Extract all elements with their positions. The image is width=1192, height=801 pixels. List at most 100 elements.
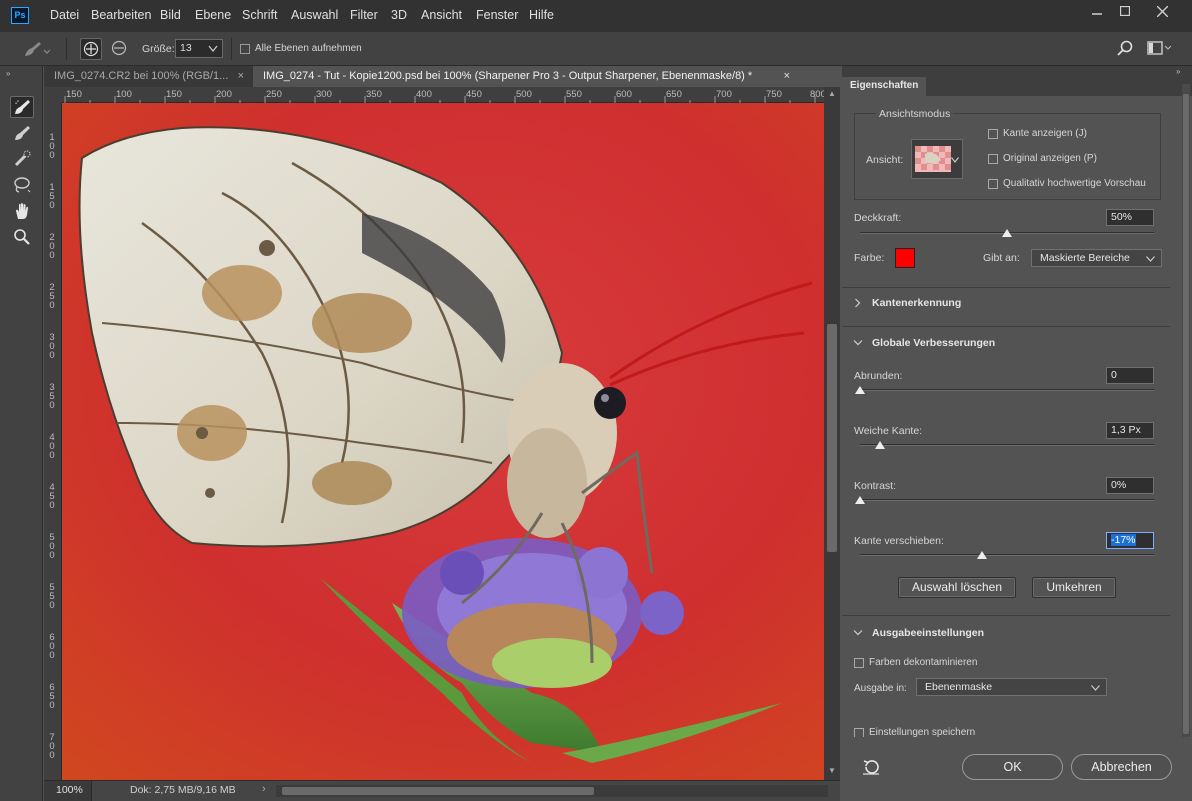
- ok-button[interactable]: OK: [962, 754, 1063, 780]
- size-value: 13: [180, 42, 192, 54]
- quick-selection-tool[interactable]: [10, 148, 34, 170]
- ruler-label: 6 5 0: [49, 682, 55, 711]
- smooth-slider-knob[interactable]: [855, 386, 865, 394]
- canvas-horizontal-scrollbar[interactable]: [276, 785, 828, 797]
- horizontal-ruler: 150 100 150 200 250 300 350 400 450 500 …: [62, 87, 826, 103]
- contrast-slider-knob[interactable]: [855, 496, 865, 504]
- collapse-panel-icon[interactable]: »: [1176, 67, 1180, 76]
- scrollbar-thumb[interactable]: [282, 787, 594, 795]
- ruler-label: 3 0 0: [49, 332, 55, 361]
- brush-icon: [15, 126, 30, 140]
- show-original-label: Original anzeigen (P): [1003, 153, 1097, 164]
- menu-hilfe[interactable]: Hilfe: [529, 8, 554, 22]
- subtract-from-selection-button[interactable]: [109, 38, 131, 60]
- feather-input[interactable]: 1,3 Px: [1106, 422, 1154, 439]
- maximize-button[interactable]: [1108, 0, 1142, 22]
- view-mode-picker[interactable]: [911, 139, 963, 179]
- document-canvas[interactable]: [62, 103, 824, 780]
- ruler-corner: [44, 87, 62, 103]
- ruler-label: 350: [366, 89, 382, 100]
- reset-button[interactable]: [862, 758, 880, 776]
- refine-brush-preset-button[interactable]: [22, 40, 52, 58]
- show-edge-checkbox[interactable]: [988, 129, 998, 139]
- show-original-checkbox[interactable]: [988, 154, 998, 164]
- sample-all-layers-checkbox[interactable]: [240, 44, 250, 54]
- menu-filter[interactable]: Filter: [350, 8, 378, 22]
- menu-schrift[interactable]: Schrift: [242, 8, 277, 22]
- overlay-color-swatch[interactable]: [895, 248, 915, 268]
- ruler-label: 100: [116, 89, 132, 100]
- shift-edge-label: Kante verschieben:: [854, 535, 944, 547]
- ruler-label: 2 5 0: [49, 282, 55, 311]
- decontaminate-colors-label: Farben dekontaminieren: [869, 657, 978, 668]
- output-to-dropdown[interactable]: Ebenenmaske: [916, 678, 1107, 696]
- canvas-vertical-scrollbar[interactable]: ▲ ▼: [824, 87, 840, 780]
- output-settings-title: Ausgabeeinstellungen: [872, 627, 985, 639]
- menu-bearbeiten[interactable]: Bearbeiten: [91, 8, 151, 22]
- contrast-slider-track[interactable]: [860, 499, 1154, 501]
- workspace-button[interactable]: [1147, 41, 1171, 55]
- ruler-label: 700: [716, 89, 732, 100]
- close-window-button[interactable]: [1145, 0, 1179, 22]
- collapse-tools-icon[interactable]: »: [6, 69, 10, 78]
- shift-edge-input[interactable]: -17%: [1106, 532, 1154, 549]
- minimize-icon: [1092, 13, 1102, 15]
- tab-img-0274-cr2[interactable]: IMG_0274.CR2 bei 100% (RGB/1... ×: [44, 66, 252, 87]
- refine-radius-tool[interactable]: [10, 96, 34, 118]
- high-quality-preview-checkbox[interactable]: [988, 179, 998, 189]
- shift-edge-slider-track[interactable]: [860, 554, 1154, 556]
- view-label: Ansicht:: [866, 154, 904, 166]
- zoom-tool[interactable]: [10, 226, 34, 248]
- feather-slider-knob[interactable]: [875, 441, 885, 449]
- ruler-label: 5 0 0: [49, 532, 55, 561]
- menu-fenster[interactable]: Fenster: [476, 8, 518, 22]
- ruler-label: 5 5 0: [49, 582, 55, 611]
- lasso-tool[interactable]: [10, 174, 34, 196]
- smooth-input[interactable]: 0: [1106, 367, 1154, 384]
- opacity-slider-knob[interactable]: [1002, 229, 1012, 237]
- menu-3d[interactable]: 3D: [391, 8, 407, 22]
- tab-img-0274-psd[interactable]: IMG_0274 - Tut - Kopie1200.psd bei 100% …: [253, 66, 840, 87]
- status-menu-arrow-icon[interactable]: ›: [262, 783, 266, 795]
- applies-to-dropdown[interactable]: Maskierte Bereiche: [1031, 249, 1162, 267]
- brush-tool[interactable]: [10, 122, 34, 144]
- panel-header: » Eigenschaften: [842, 66, 1192, 96]
- menu-bild[interactable]: Bild: [160, 8, 181, 22]
- tab-properties[interactable]: Eigenschaften: [842, 77, 927, 96]
- zoom-level[interactable]: 100%: [44, 781, 92, 801]
- scrollbar-thumb[interactable]: [827, 324, 837, 552]
- vertical-ruler: 1 0 0 1 5 0 2 0 0 2 5 0 3 0 0 3 5 0 4 0 …: [44, 103, 62, 780]
- butterfly-photo: [62, 103, 824, 780]
- tab-close-icon[interactable]: ×: [784, 66, 790, 87]
- output-to-label: Ausgabe in:: [854, 683, 907, 694]
- menu-datei[interactable]: Datei: [50, 8, 79, 22]
- scrollbar-thumb[interactable]: [1183, 94, 1189, 734]
- menu-ebene[interactable]: Ebene: [195, 8, 231, 22]
- opacity-input[interactable]: 50%: [1106, 209, 1154, 226]
- invert-button[interactable]: Umkehren: [1032, 577, 1116, 598]
- add-to-selection-button[interactable]: [80, 38, 102, 60]
- applies-to-value: Maskierte Bereiche: [1040, 252, 1130, 264]
- menu-auswahl[interactable]: Auswahl: [291, 8, 338, 22]
- search-button[interactable]: [1117, 40, 1133, 56]
- hand-tool[interactable]: [10, 200, 34, 222]
- view-thumbnail-icon: [915, 146, 951, 172]
- scroll-down-icon[interactable]: ▼: [828, 766, 836, 775]
- tab-label: IMG_0274 - Tut - Kopie1200.psd bei 100% …: [263, 70, 753, 82]
- clear-selection-button[interactable]: Auswahl löschen: [898, 577, 1016, 598]
- panel-scrollbar[interactable]: [1182, 84, 1190, 764]
- shift-edge-slider-knob[interactable]: [977, 551, 987, 559]
- menu-ansicht[interactable]: Ansicht: [421, 8, 462, 22]
- cancel-button[interactable]: Abbrechen: [1071, 754, 1172, 780]
- size-input[interactable]: 13: [175, 39, 223, 58]
- contrast-input[interactable]: 0%: [1106, 477, 1154, 494]
- smooth-slider-track[interactable]: [860, 389, 1154, 391]
- ruler-label: 400: [416, 89, 432, 100]
- edge-detection-title: Kantenerkennung: [872, 297, 962, 309]
- scroll-up-icon[interactable]: ▲: [828, 89, 836, 98]
- tools-panel: »: [0, 66, 43, 801]
- feather-slider-track[interactable]: [860, 444, 1154, 446]
- decontaminate-colors-checkbox[interactable]: [854, 658, 864, 668]
- tab-close-icon[interactable]: ×: [238, 66, 244, 87]
- ruler-label: 250: [266, 89, 282, 100]
